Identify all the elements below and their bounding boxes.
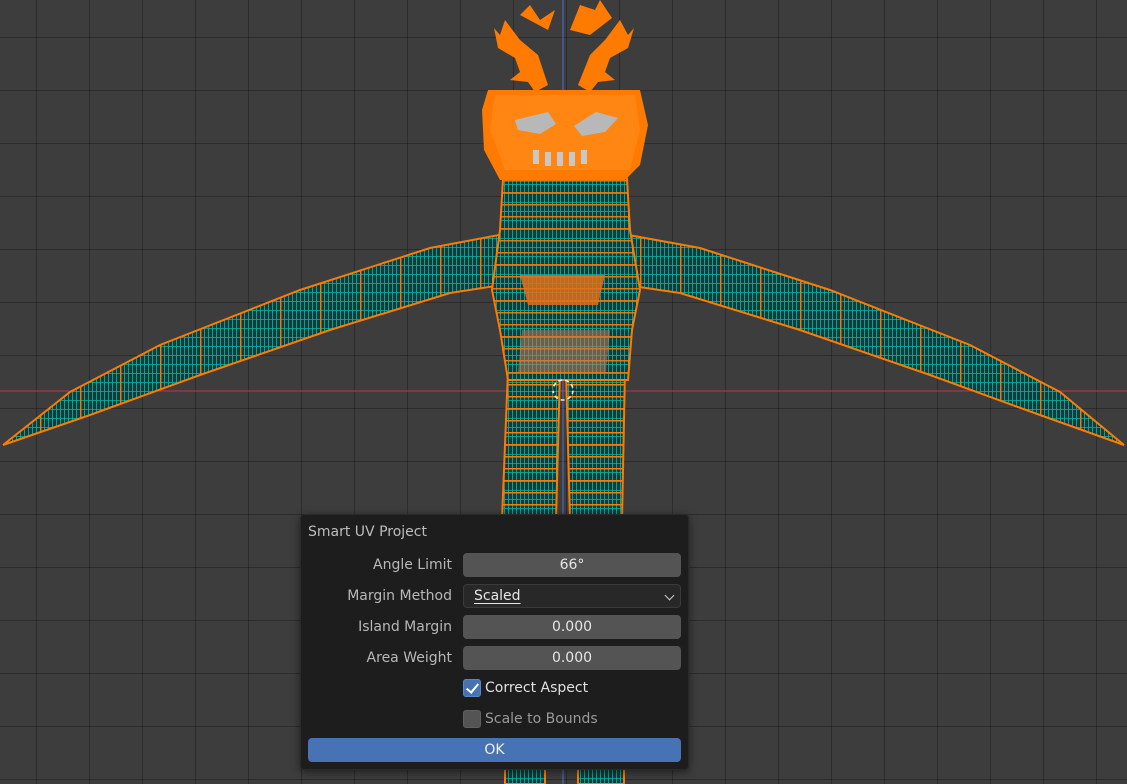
angle-limit-label: Angle Limit [373,557,452,573]
correct-aspect-label: Correct Aspect [485,680,589,696]
area-weight-row: Area Weight 0.000 [301,646,688,671]
ok-button[interactable]: OK [308,738,681,762]
correct-aspect-checkbox[interactable] [463,679,481,697]
chevron-down-icon [664,590,675,601]
island-margin-row: Island Margin 0.000 [301,615,688,640]
scale-to-bounds-label: Scale to Bounds [485,711,598,727]
area-weight-label: Area Weight [366,650,452,666]
margin-method-dropdown[interactable]: Scaled [463,584,681,608]
island-margin-field[interactable]: 0.000 [463,615,681,639]
dialog-title: Smart UV Project [308,524,427,540]
margin-method-value: Scaled [474,588,521,604]
smart-uv-project-dialog: Smart UV Project Angle Limit 66° Margin … [300,514,689,770]
island-margin-label: Island Margin [358,619,452,635]
scale-to-bounds-checkbox[interactable] [463,710,481,728]
left-antler [494,20,548,92]
margin-method-label: Margin Method [347,588,452,604]
area-weight-field[interactable]: 0.000 [463,646,681,670]
margin-method-row: Margin Method Scaled [301,584,688,609]
angle-limit-row: Angle Limit 66° [301,553,688,578]
angle-limit-field[interactable]: 66° [463,553,681,577]
